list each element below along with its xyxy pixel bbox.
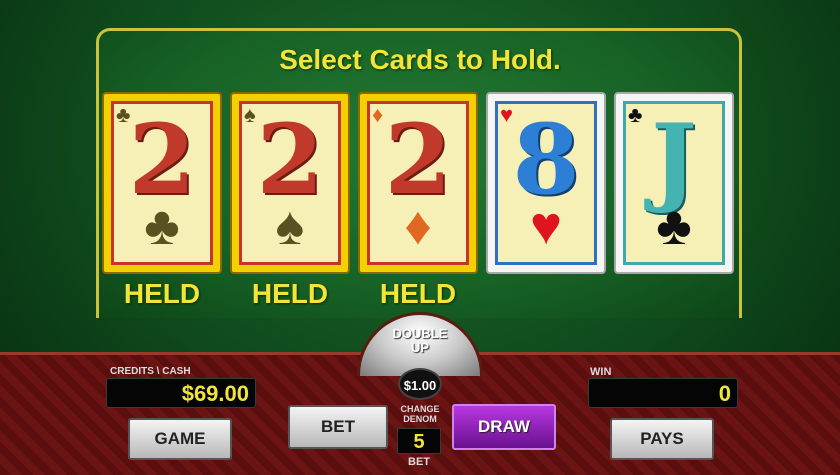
card-rank: J	[651, 103, 697, 216]
win-display: 0	[588, 378, 738, 408]
credits-label: CREDITS \ CASH	[110, 366, 191, 377]
game-button[interactable]: GAME	[128, 418, 232, 460]
card-face: ♣ J ♣	[623, 101, 725, 265]
bet-button[interactable]: BET	[288, 405, 388, 449]
heart-icon: ♥	[529, 196, 563, 256]
club-icon: ♣	[144, 196, 180, 256]
pays-button[interactable]: PAYS	[610, 418, 714, 460]
held-label: HELD	[379, 278, 457, 309]
spade-icon: ♠	[275, 196, 305, 256]
card-face: ♠ 2 ♠	[239, 101, 341, 265]
card-face: ♥ 8 ♥	[495, 101, 597, 265]
diamond-icon: ♦	[404, 196, 432, 256]
card-5[interactable]: ♣ J ♣	[614, 92, 734, 274]
card-rank: 8	[512, 103, 580, 216]
bet-amount-display: 5	[397, 428, 441, 454]
denomination-button[interactable]: $1.00	[398, 368, 442, 400]
card-2[interactable]: ♠ 2 ♠	[230, 92, 350, 274]
card-rank: 2	[384, 103, 452, 216]
prompt-text: Select Cards to Hold.	[279, 44, 561, 75]
card-rank: 2	[256, 103, 324, 216]
change-denom-label: CHANGE DENOM	[400, 404, 440, 424]
card-rank: 2	[128, 103, 196, 216]
held-label: HELD	[251, 278, 329, 309]
card-face: ♦ 2 ♦	[367, 101, 469, 265]
bet-label: BET	[408, 456, 430, 468]
club-icon: ♣	[656, 196, 692, 256]
win-label: WIN	[590, 366, 612, 378]
held-label: HELD	[123, 278, 201, 309]
double-up-button[interactable]: DOUBLE UP	[357, 312, 483, 376]
draw-button[interactable]: DRAW	[452, 404, 556, 450]
card-4[interactable]: ♥ 8 ♥	[486, 92, 606, 274]
credits-display: $69.00	[106, 378, 256, 408]
double-up-label-1: DOUBLE	[392, 326, 448, 341]
double-up-label-2: UP	[410, 340, 430, 355]
card-face: ♣ 2 ♣	[111, 101, 213, 265]
card-1[interactable]: ♣ 2 ♣	[102, 92, 222, 274]
card-3[interactable]: ♦ 2 ♦	[358, 92, 478, 274]
